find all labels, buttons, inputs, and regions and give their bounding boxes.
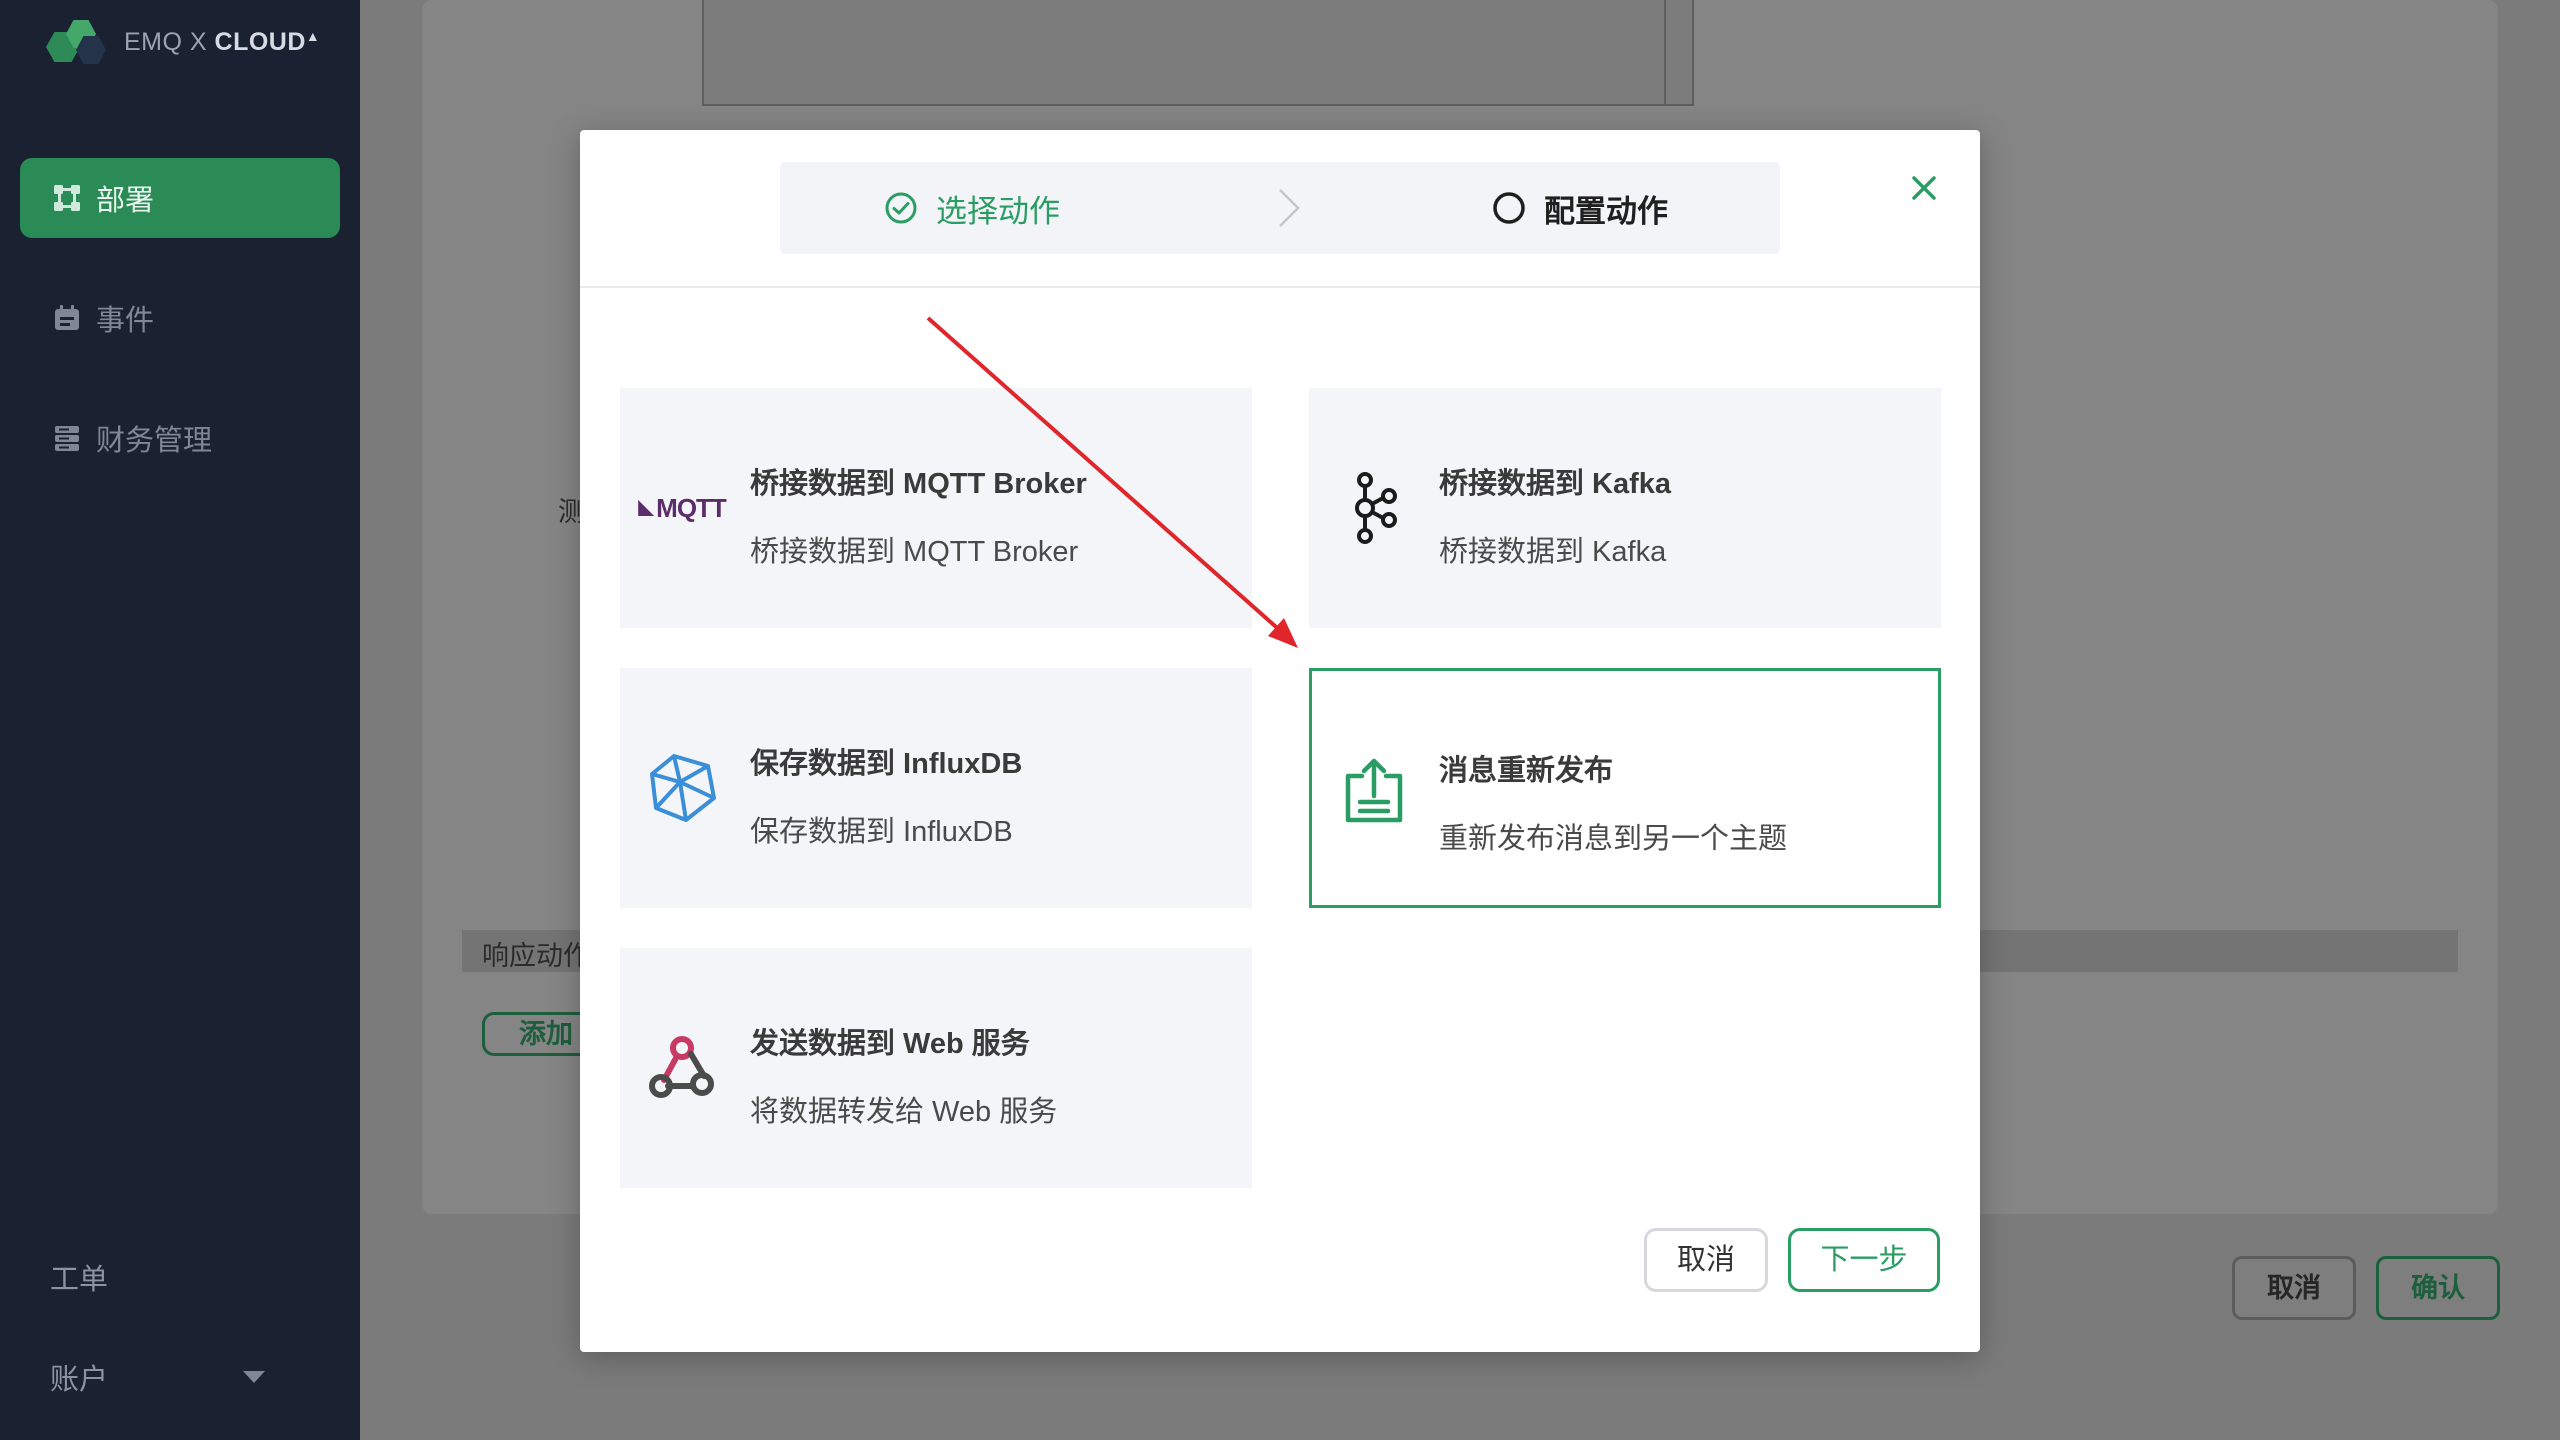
chevron-right-icon [1279,189,1300,227]
sidebar-item-label: 部署 [96,185,155,217]
sidebar-item-events[interactable]: 事件 [20,278,340,358]
sidebar: EMQ X CLOUD▲ 部署 事件 财务管理 工单 账户 [0,0,360,1440]
account-label: 账户 [50,1364,109,1396]
chevron-down-icon [243,1371,265,1383]
calendar-icon [55,305,79,330]
dialog-header: 选择动作 配置动作 [580,130,1980,288]
check-circle-icon [885,192,917,224]
step-select-action: 选择动作 [884,162,1060,254]
steps-indicator: 选择动作 配置动作 [780,162,1780,254]
sidebar-item-deploy[interactable]: 部署 [20,158,340,238]
action-card-republish[interactable]: 消息重新发布 重新发布消息到另一个主题 [1309,668,1941,908]
logo-text: EMQ X CLOUD▲ [124,27,321,56]
card-title: 消息重新发布 [1439,755,1614,787]
kafka-icon [1321,472,1421,544]
action-card-kafka[interactable]: 桥接数据到 Kafka 桥接数据到 Kafka [1309,388,1941,628]
card-title: 保存数据到 InfluxDB [750,748,1023,780]
close-icon[interactable] [1906,170,1942,206]
republish-icon [1324,755,1424,827]
card-description: 保存数据到 InfluxDB [750,816,1013,848]
app-logo[interactable]: EMQ X CLOUD▲ [40,16,320,68]
action-card-web-service[interactable]: 发送数据到 Web 服务 将数据转发给 Web 服务 [620,948,1252,1188]
next-step-button[interactable]: 下一步 [1788,1228,1940,1292]
sidebar-item-label: 事件 [96,305,155,337]
background-textarea [702,0,1694,106]
background-cancel-button[interactable]: 取消 [2232,1256,2356,1320]
card-title: 发送数据到 Web 服务 [750,1028,1030,1060]
deploy-icon [54,185,80,211]
webhook-icon [632,1032,732,1104]
card-title: 桥接数据到 MQTT Broker [750,468,1087,500]
sidebar-item-ticket[interactable]: 工单 [50,1256,108,1298]
emqx-logo-icon [40,18,112,66]
sidebar-item-account[interactable]: 账户 [50,1356,265,1398]
background-confirm-button[interactable]: 确认 [2376,1256,2500,1320]
server-icon [55,426,79,451]
sidebar-item-label: 财务管理 [96,425,213,457]
scrollbar [1664,0,1666,104]
step-label: 配置动作 [1544,193,1668,229]
circle-icon [1493,192,1525,224]
card-title: 桥接数据到 Kafka [1439,468,1672,500]
card-description: 将数据转发给 Web 服务 [750,1096,1058,1128]
step-configure-action: 配置动作 [1492,162,1668,254]
action-card-influxdb[interactable]: 保存数据到 InfluxDB 保存数据到 InfluxDB [620,668,1252,908]
influxdb-icon [632,752,732,824]
step-label: 选择动作 [936,193,1060,229]
card-description: 重新发布消息到另一个主题 [1439,823,1788,855]
sidebar-item-finance[interactable]: 财务管理 [20,398,340,478]
mqtt-logo-icon: MQTT [632,472,732,544]
card-description: 桥接数据到 MQTT Broker [750,536,1079,568]
action-card-mqtt-broker[interactable]: MQTT 桥接数据到 MQTT Broker 桥接数据到 MQTT Broker [620,388,1252,628]
card-description: 桥接数据到 Kafka [1439,536,1667,568]
action-select-dialog: 选择动作 配置动作 MQTT 桥接数据到 MQTT Broker 桥接数据到 M… [580,130,1980,1352]
cancel-button[interactable]: 取消 [1644,1228,1768,1292]
response-actions-label: 响应动作 [482,941,590,971]
